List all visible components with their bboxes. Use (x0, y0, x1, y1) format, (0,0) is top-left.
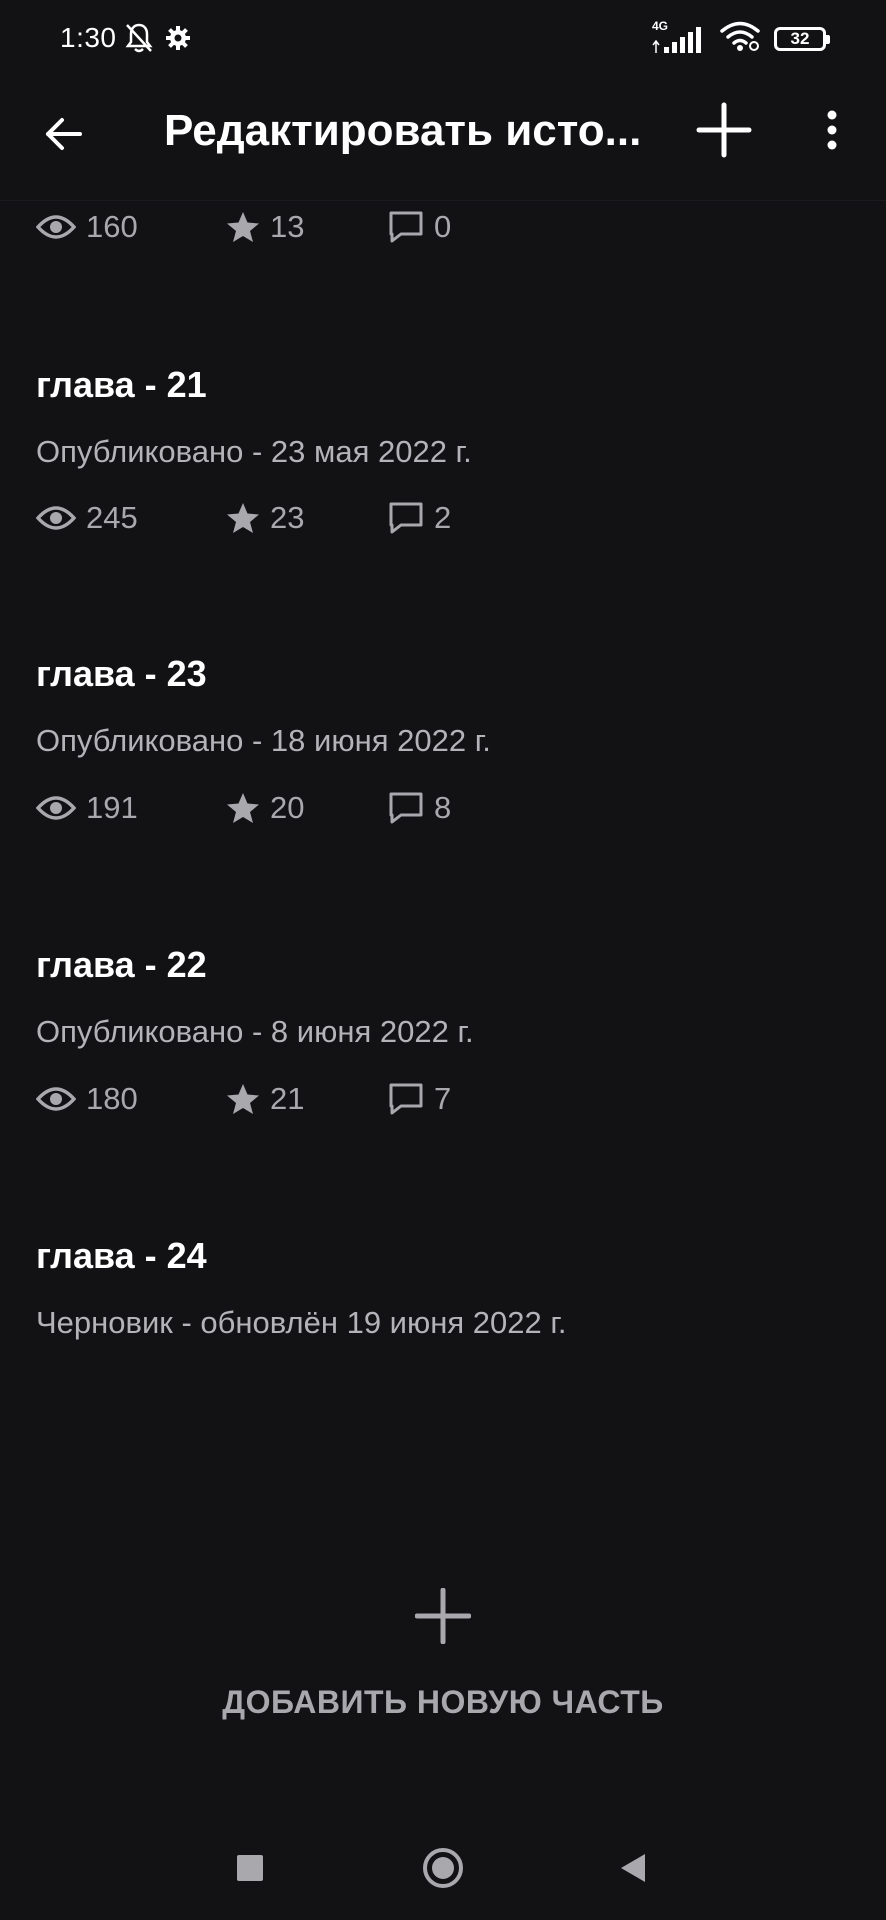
views-stat: 245 (36, 496, 138, 540)
comments-count: 0 (434, 209, 452, 244)
views-stat: 180 (36, 1077, 138, 1121)
add-new-part-button[interactable]: ДОБАВИТЬ НОВУЮ ЧАСТЬ (36, 1560, 850, 1760)
signal-icon: 4G (650, 19, 706, 55)
comment-icon (388, 210, 424, 244)
votes-count: 13 (270, 209, 305, 244)
comments-stat: 8 (388, 786, 451, 830)
list-item[interactable]: глава - 23 Опубликовано - 18 июня 2022 г… (0, 631, 886, 871)
star-icon (226, 502, 260, 534)
status-right: 4G 32 (650, 19, 830, 57)
list-item[interactable]: 160 13 0 (0, 200, 886, 300)
system-nav-bar (0, 1820, 886, 1920)
wifi-icon (720, 20, 760, 57)
part-status: Опубликовано - 8 июня 2022 г. (36, 1014, 474, 1049)
views-count: 245 (86, 500, 138, 535)
part-status: Опубликовано - 18 июня 2022 г. (36, 723, 491, 758)
star-icon (226, 211, 260, 243)
plus-icon (696, 102, 752, 163)
votes-stat: 13 (226, 205, 304, 249)
comment-icon (388, 501, 424, 535)
views-stat: 191 (36, 786, 138, 830)
list-item[interactable]: глава - 22 Опубликовано - 8 июня 2022 г.… (0, 922, 886, 1162)
battery-icon: 32 (774, 26, 830, 51)
comment-icon (388, 791, 424, 825)
votes-stat: 21 (226, 1077, 304, 1121)
page-title: Редактировать исто... (164, 106, 642, 155)
part-title: глава - 21 (36, 364, 207, 405)
back-button[interactable] (36, 108, 92, 164)
part-title: глава - 24 (36, 1235, 207, 1276)
recents-button[interactable] (218, 1838, 282, 1902)
star-icon (226, 1083, 260, 1115)
status-left-icons (124, 22, 192, 59)
views-stat: 160 (36, 205, 138, 249)
votes-count: 23 (270, 500, 305, 535)
votes-count: 21 (270, 1081, 305, 1116)
eye-icon (36, 1085, 76, 1113)
eye-icon (36, 794, 76, 822)
arrow-left-icon (44, 114, 84, 159)
eye-icon (36, 213, 76, 241)
more-menu-button[interactable] (808, 104, 856, 160)
back-triangle-icon (617, 1851, 649, 1890)
part-status: Опубликовано - 23 мая 2022 г. (36, 434, 472, 469)
status-bar: 1:30 4G 32 (0, 0, 886, 80)
system-back-button[interactable] (601, 1838, 665, 1902)
comments-stat: 7 (388, 1077, 451, 1121)
views-count: 180 (86, 1081, 138, 1116)
bell-off-icon (124, 22, 154, 59)
home-circle-icon (421, 1846, 465, 1895)
recents-square-icon (235, 1853, 265, 1888)
battery-level: 32 (790, 28, 810, 48)
add-new-part-label: ДОБАВИТЬ НОВУЮ ЧАСТЬ (222, 1684, 664, 1720)
views-count: 160 (86, 209, 138, 244)
status-time: 1:30 (60, 22, 117, 53)
part-status: Черновик - обновлён 19 июня 2022 г. (36, 1305, 567, 1340)
gear-icon (164, 24, 192, 57)
votes-stat: 20 (226, 786, 304, 830)
comments-stat: 0 (388, 205, 451, 249)
list-item[interactable]: глава - 21 Опубликовано - 23 мая 2022 г.… (0, 340, 886, 580)
list-item[interactable]: глава - 24 Черновик - обновлён 19 июня 2… (0, 1213, 886, 1393)
home-button[interactable] (411, 1838, 475, 1902)
more-vert-icon (826, 110, 838, 155)
votes-count: 20 (270, 790, 305, 825)
plus-icon (414, 1587, 472, 1645)
eye-icon (36, 504, 76, 532)
views-count: 191 (86, 790, 138, 825)
star-icon (226, 792, 260, 824)
comment-icon (388, 1082, 424, 1116)
add-button[interactable] (692, 100, 756, 164)
comments-count: 7 (434, 1081, 452, 1116)
votes-stat: 23 (226, 496, 304, 540)
part-title: глава - 22 (36, 944, 207, 985)
comments-stat: 2 (388, 496, 451, 540)
comments-count: 8 (434, 790, 452, 825)
part-title: глава - 23 (36, 653, 207, 694)
app-bar: Редактировать исто... (0, 80, 886, 201)
comments-count: 2 (434, 500, 452, 535)
